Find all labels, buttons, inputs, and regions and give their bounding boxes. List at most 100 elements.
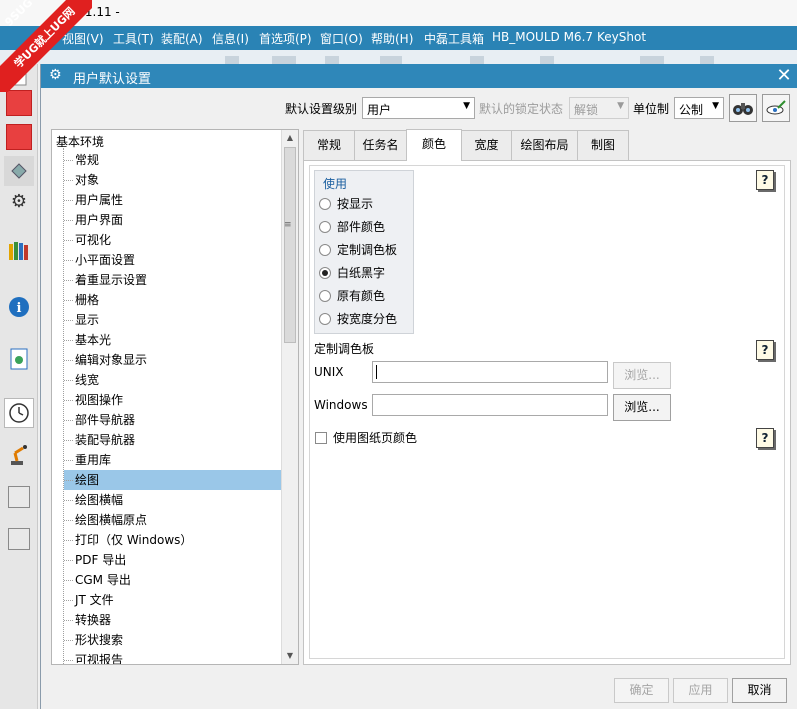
- tree-item[interactable]: 栅格: [64, 290, 282, 310]
- tree-item[interactable]: 部件导航器: [64, 410, 282, 430]
- toolbar-icon[interactable]: [640, 56, 664, 64]
- scrollbar-thumb[interactable]: [284, 147, 296, 343]
- user-defaults-dialog: ⚙ 用户默认设置 ✕ 默认设置级别 用户 ▼ 默认的锁定状态 解锁 ▼ 单位制 …: [40, 64, 797, 709]
- menu-preferences[interactable]: 首选项(P): [259, 30, 312, 47]
- ok-button[interactable]: 确定: [614, 678, 669, 703]
- radio-button[interactable]: [319, 221, 331, 233]
- windows-browse-button[interactable]: 浏览...: [613, 394, 671, 421]
- toolbar-icon[interactable]: [470, 56, 484, 64]
- info-icon[interactable]: i: [4, 292, 34, 322]
- tree-item[interactable]: 显示: [64, 310, 282, 330]
- tree-item[interactable]: 装配导航器: [64, 430, 282, 450]
- tree-item[interactable]: 可视化: [64, 230, 282, 250]
- red-square-icon[interactable]: [6, 90, 32, 116]
- use-drawing-colors-label: 使用图纸页颜色: [333, 431, 418, 445]
- red-square-icon[interactable]: [6, 124, 32, 150]
- tab-drafting[interactable]: 制图: [577, 130, 629, 160]
- scroll-up-icon[interactable]: ▲: [282, 130, 298, 146]
- tree-item[interactable]: 视图操作: [64, 390, 282, 410]
- windows-path-input[interactable]: [372, 394, 608, 416]
- tree-item[interactable]: CGM 导出: [64, 570, 282, 590]
- edit-eye-icon: [766, 100, 786, 115]
- unix-browse-button[interactable]: 浏览...: [613, 362, 671, 389]
- tree-item[interactable]: 基本光: [64, 330, 282, 350]
- radio-button[interactable]: [319, 290, 331, 302]
- menu-tools[interactable]: 工具(T): [113, 30, 154, 47]
- radio-label: 原有颜色: [337, 289, 386, 303]
- white-sheet-icon[interactable]: [4, 63, 34, 93]
- robot-arm-icon[interactable]: [4, 440, 34, 470]
- menu-hb-mould[interactable]: HB_MOULD M6.7: [492, 30, 593, 44]
- edit-defaults-button[interactable]: [762, 94, 790, 122]
- menu-info[interactable]: 信息(I): [212, 30, 249, 47]
- gear-icon[interactable]: ⚙: [4, 186, 34, 216]
- use-group-title: 使用: [323, 177, 348, 191]
- tree-item[interactable]: 绘图: [64, 470, 282, 490]
- empty-square-icon[interactable]: [8, 528, 30, 550]
- cancel-button[interactable]: 取消: [732, 678, 787, 703]
- tree-item[interactable]: 绘图横幅: [64, 490, 282, 510]
- toolbar-icon[interactable]: [700, 56, 714, 64]
- gear-icon: ⚙: [49, 67, 62, 83]
- menu-window[interactable]: 窗口(O): [320, 30, 363, 47]
- tree-item[interactable]: 小平面设置: [64, 250, 282, 270]
- document-icon[interactable]: [4, 344, 34, 374]
- apply-button[interactable]: 应用: [673, 678, 728, 703]
- close-icon[interactable]: ✕: [774, 65, 794, 87]
- grip-icon: ≡: [284, 220, 292, 230]
- tab-general[interactable]: 常规: [303, 130, 355, 160]
- tab-color[interactable]: 颜色: [406, 129, 462, 161]
- tree-item[interactable]: 形状搜索: [64, 630, 282, 650]
- tree-item[interactable]: 编辑对象显示: [64, 350, 282, 370]
- help-icon[interactable]: ?: [756, 340, 774, 360]
- tree-item[interactable]: 可视报告: [64, 650, 282, 664]
- tab-width[interactable]: 宽度: [461, 130, 512, 160]
- help-icon[interactable]: ?: [756, 428, 774, 448]
- toolbar-icon[interactable]: [325, 56, 339, 64]
- menu-help[interactable]: 帮助(H): [371, 30, 413, 47]
- lock-state-select[interactable]: 解锁 ▼: [569, 97, 629, 119]
- books-icon[interactable]: [4, 236, 34, 266]
- use-drawing-colors-checkbox[interactable]: [315, 432, 327, 444]
- help-icon[interactable]: ?: [756, 170, 774, 190]
- svg-text:i: i: [17, 301, 22, 316]
- radio-button[interactable]: [319, 244, 331, 256]
- chevron-down-icon: ▼: [617, 101, 624, 111]
- tree-item[interactable]: PDF 导出: [64, 550, 282, 570]
- scroll-down-icon[interactable]: ▼: [282, 648, 298, 664]
- tree-item[interactable]: 用户界面: [64, 210, 282, 230]
- radio-button[interactable]: [319, 198, 331, 210]
- menu-zhonglei-toolbox[interactable]: 中磊工具箱: [424, 30, 484, 47]
- diamond-icon[interactable]: [4, 156, 34, 186]
- settings-level-select[interactable]: 用户 ▼: [362, 97, 475, 119]
- tree-item[interactable]: 对象: [64, 170, 282, 190]
- empty-square-icon[interactable]: [8, 486, 30, 508]
- toolbar-icon[interactable]: [540, 56, 554, 64]
- menu-view[interactable]: 视图(V): [62, 30, 104, 47]
- unix-path-input[interactable]: [372, 361, 608, 383]
- radio-button[interactable]: [319, 267, 331, 279]
- toolbar-icon[interactable]: [225, 56, 239, 64]
- tree-item[interactable]: 打印（仅 Windows）: [64, 530, 282, 550]
- toolbar-icon[interactable]: [272, 56, 296, 64]
- tab-drawing-layout[interactable]: 绘图布局: [511, 130, 578, 160]
- tree-item[interactable]: 转换器: [64, 610, 282, 630]
- tree-item[interactable]: 常规: [64, 150, 282, 170]
- text-caret: [376, 365, 377, 379]
- tree-item[interactable]: 重用库: [64, 450, 282, 470]
- menu-keyshot[interactable]: KeyShot: [597, 30, 646, 44]
- tree-item[interactable]: JT 文件: [64, 590, 282, 610]
- tree-item[interactable]: 绘图横幅原点: [64, 510, 282, 530]
- menu-assembly[interactable]: 装配(A): [161, 30, 203, 47]
- dialog-footer: 确定 应用 取消: [41, 672, 797, 709]
- tree-item[interactable]: 线宽: [64, 370, 282, 390]
- unit-select[interactable]: 公制 ▼: [674, 97, 724, 119]
- tree-scrollbar[interactable]: ▲ ≡ ▼: [281, 130, 298, 664]
- toolbar-icon[interactable]: [380, 56, 402, 64]
- binoculars-button[interactable]: [729, 94, 757, 122]
- clock-icon[interactable]: [4, 398, 34, 428]
- radio-button[interactable]: [319, 313, 331, 325]
- tab-task-name[interactable]: 任务名: [354, 130, 407, 160]
- tree-item[interactable]: 用户属性: [64, 190, 282, 210]
- tree-item[interactable]: 着重显示设置: [64, 270, 282, 290]
